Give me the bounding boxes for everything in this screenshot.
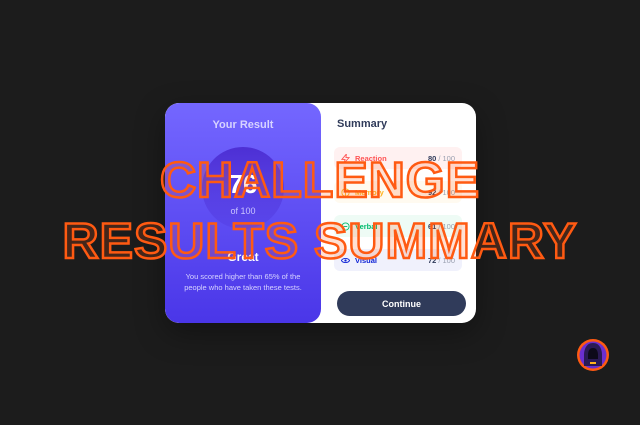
summary-item-label: Verbal [355,221,378,231]
summary-item-score: 92 [427,187,437,197]
summary-item-verbal: Verbal 61 / 100 [334,215,462,237]
lightning-icon [341,153,350,163]
summary-item-label: Memory [355,187,384,197]
summary-item-reaction: Reaction 80 / 100 [334,147,462,169]
summary-panel: Summary Reaction 80 / 100 Memory 92 / 10… [321,103,476,323]
summary-item-score: 72 [427,255,437,265]
summary-item-score: 80 [427,153,437,163]
continue-button[interactable]: Continue [337,291,466,316]
result-grade: Great [227,250,259,264]
summary-item-visual: Visual 72 / 100 [334,249,462,271]
result-out-of: of 100 [230,206,256,216]
summary-item-max: / 100 [438,187,455,197]
results-summary-card: Your Result 76 of 100 Great You scored h… [165,103,476,323]
summary-title: Summary [337,118,388,130]
summary-item-max: / 100 [438,153,455,163]
summary-item-score: 61 [427,221,437,231]
result-score: 76 [228,169,258,199]
summary-item-max: / 100 [438,221,455,231]
hooded-figure-logo-icon [576,338,610,372]
eye-icon [341,256,350,265]
summary-item-memory: Memory 92 / 100 [334,181,462,203]
summary-item-label: Visual [355,255,377,265]
brain-icon [341,187,350,197]
result-heading: Your Result [212,119,274,131]
summary-item-max: / 100 [438,255,455,265]
result-description: You scored higher than 65% of the people… [184,272,302,292]
result-panel: Your Result 76 of 100 Great You scored h… [165,103,321,323]
summary-item-label: Reaction [355,153,387,163]
chat-icon [341,221,350,231]
